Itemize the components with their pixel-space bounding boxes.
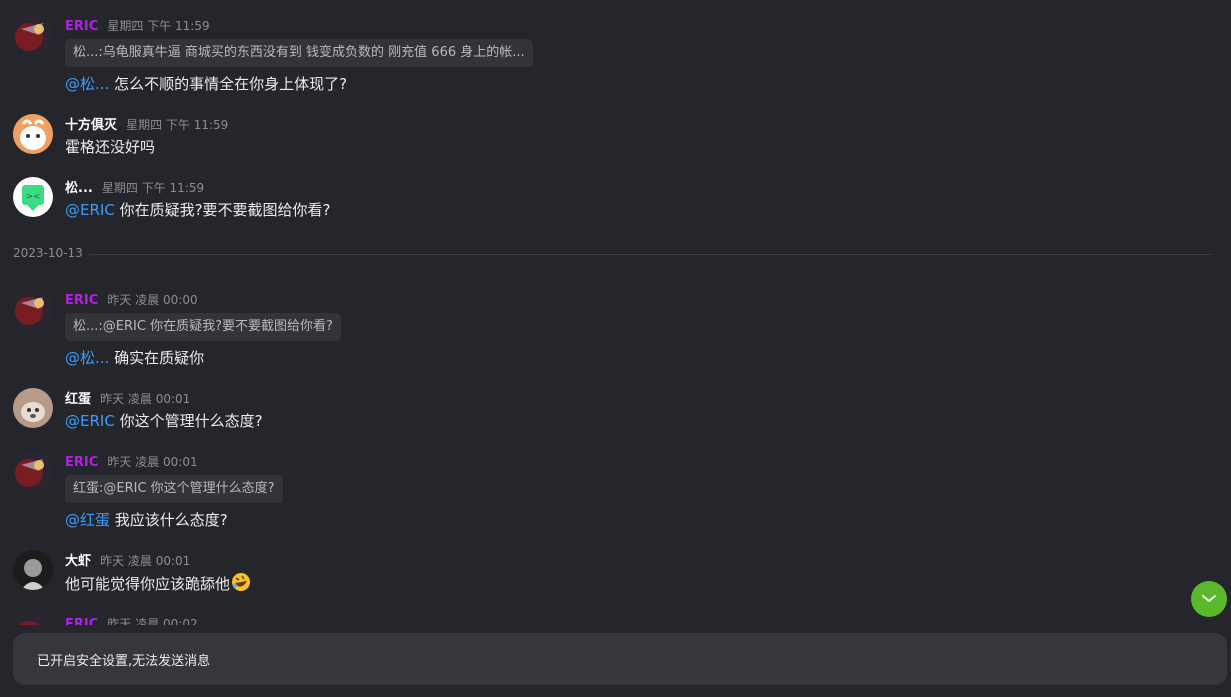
- user-name[interactable]: ERIC: [65, 617, 98, 625]
- rolling-on-floor-laughing-emoji-icon: [231, 572, 251, 596]
- timestamp: 星期四 下午 11:59: [126, 118, 229, 132]
- message-header: 红蛋 昨天 凌晨 00:01: [65, 388, 191, 407]
- mention[interactable]: @松...: [65, 75, 109, 93]
- message-body: 确实在质疑你: [114, 349, 205, 367]
- avatar[interactable]: [13, 388, 53, 428]
- message-feed[interactable]: ERIC 星期四 下午 11:59 松...:乌龟服真牛逼 商城买的东西没有到 …: [0, 0, 1231, 625]
- avatar[interactable]: ><: [13, 177, 53, 217]
- svg-text:><: ><: [25, 192, 40, 202]
- scroll-to-bottom-button[interactable]: [1191, 581, 1227, 617]
- message-body: 他可能觉得你应该跪舔他: [65, 575, 231, 593]
- message-text: @松... 确实在质疑你: [65, 347, 204, 368]
- mention[interactable]: @松...: [65, 349, 109, 367]
- timestamp: 昨天 凌晨 00:01: [107, 455, 198, 469]
- input-disabled-notice: 已开启安全设置,无法发送消息: [37, 654, 211, 669]
- avatar[interactable]: [13, 451, 53, 491]
- quoted-reply[interactable]: 松...:@ERIC 你在质疑我?要不要截图给你看?: [65, 313, 341, 341]
- message-body: 你在质疑我?要不要截图给你看?: [119, 201, 331, 219]
- avatar[interactable]: [13, 114, 53, 154]
- message-text: 他可能觉得你应该跪舔他: [65, 572, 251, 596]
- message-body: 你这个管理什么态度?: [119, 412, 263, 430]
- user-name[interactable]: 松...: [65, 181, 93, 196]
- message-text: @ERIC 你这个管理什么态度?: [65, 410, 263, 431]
- user-name[interactable]: 十方俱灭: [65, 118, 117, 133]
- avatar[interactable]: [13, 289, 53, 329]
- mention[interactable]: @ERIC: [65, 201, 115, 219]
- message-header: 大虾 昨天 凌晨 00:01: [65, 550, 191, 569]
- quoted-reply[interactable]: 松...:乌龟服真牛逼 商城买的东西没有到 钱变成负数的 刚充值 666 身上的…: [65, 39, 533, 67]
- timestamp: 昨天 凌晨 00:02: [107, 617, 198, 625]
- message-header: ERIC 昨天 凌晨 00:00: [65, 289, 198, 308]
- timestamp: 星期四 下午 11:59: [101, 181, 205, 195]
- timestamp: 昨天 凌晨 00:00: [107, 293, 198, 307]
- message-header: ERIC 星期四 下午 11:59: [65, 15, 210, 34]
- message-text: @红蛋 我应该什么态度?: [65, 509, 228, 530]
- user-name[interactable]: ERIC: [65, 19, 98, 34]
- mention[interactable]: @红蛋: [65, 511, 110, 529]
- message-body: 我应该什么态度?: [114, 511, 228, 529]
- message-header: 松... 星期四 下午 11:59: [65, 177, 205, 196]
- user-name[interactable]: 红蛋: [65, 392, 91, 407]
- message-text: 霍格还没好吗: [65, 136, 155, 157]
- avatar[interactable]: [13, 15, 53, 55]
- message-input-bar[interactable]: 已开启安全设置,无法发送消息: [13, 633, 1227, 685]
- message-header: ERIC 昨天 凌晨 00:01: [65, 451, 198, 470]
- message-text: @ERIC 你在质疑我?要不要截图给你看?: [65, 199, 331, 220]
- message-header: 十方俱灭 星期四 下午 11:59: [65, 114, 229, 133]
- user-name[interactable]: 大虾: [65, 554, 91, 569]
- divider-line: [89, 254, 1212, 255]
- mention[interactable]: @ERIC: [65, 412, 115, 430]
- message-body: 霍格还没好吗: [65, 138, 156, 156]
- user-name[interactable]: ERIC: [65, 293, 98, 308]
- user-name[interactable]: ERIC: [65, 455, 98, 470]
- timestamp: 星期四 下午 11:59: [107, 19, 210, 33]
- quoted-reply[interactable]: 红蛋:@ERIC 你这个管理什么态度?: [65, 475, 283, 503]
- chevron-down-icon: [1202, 595, 1216, 602]
- avatar[interactable]: [13, 550, 53, 590]
- timestamp: 昨天 凌晨 00:01: [100, 392, 191, 406]
- date-divider: 2023-10-13: [13, 246, 1212, 262]
- message-text: @松... 怎么不顺的事情全在你身上体现了?: [65, 73, 347, 94]
- message-body: 怎么不顺的事情全在你身上体现了?: [114, 75, 348, 93]
- avatar[interactable]: [13, 613, 53, 625]
- message-header: ERIC 昨天 凌晨 00:02: [65, 613, 198, 625]
- timestamp: 昨天 凌晨 00:01: [100, 554, 191, 568]
- divider-date: 2023-10-13: [13, 246, 83, 260]
